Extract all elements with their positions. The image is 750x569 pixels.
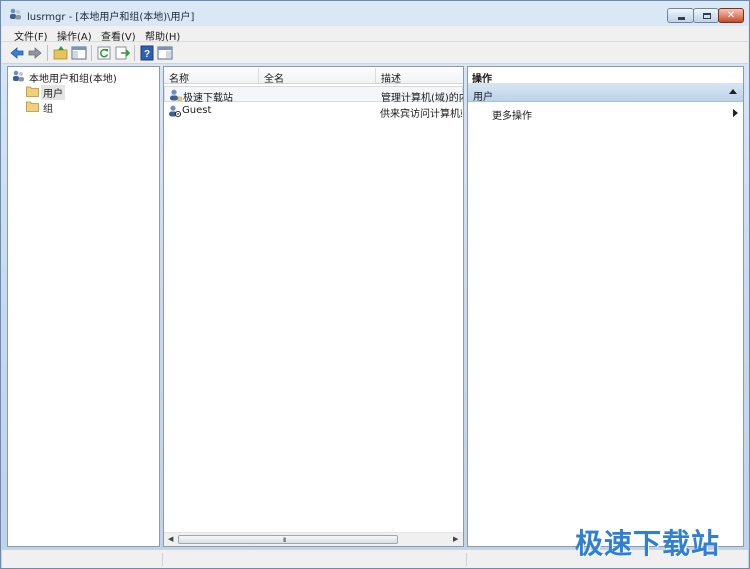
submenu-arrow-icon [733, 109, 738, 117]
horizontal-scrollbar[interactable]: ◀ III ▶ [164, 532, 463, 546]
folder-icon [26, 85, 39, 97]
column-divider[interactable] [258, 68, 259, 83]
scroll-right-icon[interactable]: ▶ [453, 535, 458, 543]
forward-arrow-icon[interactable] [27, 45, 43, 61]
title-bar[interactable]: lusrmgr - [本地用户和组(本地)\用户] ✕ [1, 1, 749, 26]
mmc-window: lusrmgr - [本地用户和组(本地)\用户] ✕ 文件(F) 操作(A) … [0, 0, 750, 569]
show-hide-tree-icon[interactable] [71, 45, 87, 61]
back-arrow-icon[interactable] [9, 45, 25, 61]
maximize-button[interactable] [693, 8, 719, 23]
toolbar-separator [134, 45, 135, 61]
user-icon [169, 89, 182, 101]
menu-bar: 文件(F) 操作(A) 查看(V) 帮助(H) [2, 26, 748, 43]
list-item[interactable]: Guest 供来宾访问计算机或 [164, 103, 463, 120]
tree-item-label: 组 [43, 104, 53, 115]
menu-help[interactable]: 帮助(H) [145, 28, 180, 43]
close-button[interactable]: ✕ [718, 8, 744, 23]
action-pane-title: 操作 [472, 74, 492, 85]
column-header-description[interactable]: 描述 [381, 70, 401, 85]
menu-action[interactable]: 操作(A) [57, 28, 92, 43]
toolbar-separator [91, 45, 92, 61]
scroll-grip: III [283, 537, 286, 544]
menu-file[interactable]: 文件(F) [14, 28, 48, 43]
window-title: lusrmgr - [本地用户和组(本地)\用户] [27, 12, 195, 23]
watermark-text: 极速下载站 [575, 527, 721, 560]
minimize-icon [678, 17, 685, 20]
column-header-fullname[interactable]: 全名 [264, 70, 284, 85]
users-app-icon[interactable] [9, 8, 22, 20]
action-more-actions[interactable]: 更多操作 [468, 104, 743, 122]
status-divider [466, 553, 467, 566]
action-pane-header: 操作 [468, 67, 743, 85]
close-icon: ✕ [726, 10, 736, 21]
toolbar-separator [47, 45, 48, 61]
user-description: 供来宾访问计算机或 [380, 109, 462, 120]
export-list-icon[interactable] [114, 45, 130, 61]
column-header-row: 名称 全名 描述 [164, 67, 463, 85]
scroll-left-icon[interactable]: ◀ [168, 535, 173, 543]
result-list-pane[interactable]: 名称 全名 描述 极速下载站 管理计算机(域)的内 Guest 供来宾访问计算机… [163, 66, 464, 547]
tree-root-label: 本地用户和组(本地) [29, 74, 117, 85]
action-section-label: 用户 [473, 92, 493, 103]
status-divider [162, 553, 163, 566]
disabled-user-icon [168, 105, 182, 118]
console-tree-pane[interactable]: 本地用户和组(本地) 用户 组 [7, 66, 160, 547]
action-section-users[interactable]: 用户 [468, 84, 743, 103]
show-hide-action-pane-icon[interactable] [157, 45, 173, 61]
user-name: 极速下载站 [183, 93, 233, 104]
up-folder-icon[interactable] [53, 45, 69, 61]
action-item-label: 更多操作 [492, 111, 532, 122]
scroll-thumb[interactable]: III [178, 535, 398, 544]
refresh-icon[interactable] [96, 45, 112, 61]
column-divider[interactable] [375, 68, 376, 83]
minimize-button[interactable] [667, 8, 694, 23]
tree-item-label: 用户 [41, 85, 65, 100]
maximize-icon [703, 13, 711, 19]
folder-icon [26, 100, 39, 112]
action-pane: 操作 用户 更多操作 [467, 66, 744, 547]
help-icon[interactable]: ? [139, 45, 155, 61]
users-group-icon [12, 70, 25, 82]
user-name: Guest [182, 105, 212, 116]
user-description: 管理计算机(域)的内 [381, 93, 463, 104]
column-header-name[interactable]: 名称 [169, 70, 189, 85]
toolbar: ? [2, 42, 748, 64]
collapse-caret-icon[interactable] [729, 89, 737, 94]
svg-text:?: ? [144, 49, 150, 60]
list-item[interactable]: 极速下载站 管理计算机(域)的内 [164, 86, 463, 104]
menu-view[interactable]: 查看(V) [101, 28, 136, 43]
